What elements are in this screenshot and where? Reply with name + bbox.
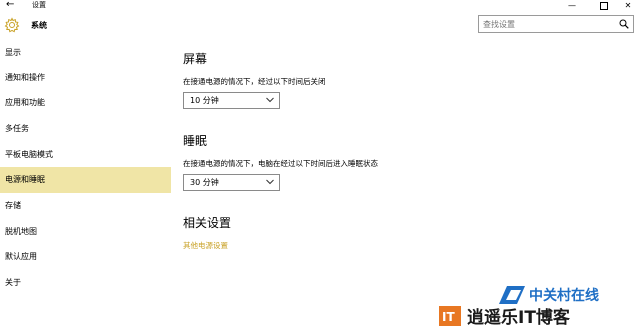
watermark-logo: 中关村在线 IT 逍遥乐IT博客: [439, 286, 599, 328]
sleep-description: 在接通电源的情况下，电脑在经过以下时间后进入睡眠状态: [183, 159, 378, 168]
screen-section-title: 屏幕: [183, 52, 208, 66]
other-power-settings-link[interactable]: 其他电源设置: [183, 240, 228, 251]
sidebar-item-offline-maps[interactable]: 脱机地图: [0, 219, 171, 245]
search-input[interactable]: [483, 17, 603, 31]
search-field[interactable]: [478, 15, 634, 33]
watermark-brand-top: 中关村在线: [529, 287, 599, 304]
gear-icon: [4, 17, 20, 33]
sleep-section-title: 睡眠: [183, 134, 208, 148]
related-settings-title: 相关设置: [183, 216, 232, 230]
page-title: 系统: [31, 21, 47, 30]
watermark-brand-bottom: 逍遥乐IT博客: [467, 307, 571, 328]
title-bar: ← 设置 — ✕: [0, 0, 640, 12]
minimize-button[interactable]: —: [560, 0, 584, 12]
back-button[interactable]: ←: [6, 0, 14, 12]
search-icon[interactable]: [619, 19, 629, 29]
sidebar-item-storage[interactable]: 存储: [0, 193, 171, 219]
chevron-down-icon: [266, 179, 274, 185]
screen-timeout-value: 10 分钟: [190, 96, 219, 105]
sidebar-item-default-apps[interactable]: 默认应用: [0, 244, 171, 270]
sleep-timeout-value: 30 分钟: [190, 178, 219, 187]
window-title: 设置: [32, 1, 46, 9]
sidebar-item-apps[interactable]: 应用和功能: [0, 90, 171, 116]
screen-timeout-dropdown[interactable]: 10 分钟: [183, 92, 280, 109]
maximize-icon: [600, 1, 608, 10]
sidebar-item-notifications[interactable]: 通知和操作: [0, 65, 171, 91]
chevron-down-icon: [266, 97, 274, 103]
sidebar-item-display[interactable]: 显示: [0, 40, 171, 66]
sidebar-item-power-sleep[interactable]: 电源和睡眠: [0, 167, 171, 193]
sidebar-item-tablet-mode[interactable]: 平板电脑模式: [0, 142, 171, 168]
screen-description: 在接通电源的情况下，经过以下时间后关闭: [183, 77, 326, 86]
watermark-logo-letter: IT: [442, 310, 455, 324]
sidebar-item-about[interactable]: 关于: [0, 270, 171, 296]
settings-window: ← 设置 — ✕ 系统 显示 通知和操作 应用和功能 多任务 平板电脑模式 电源…: [0, 0, 640, 329]
sidebar-item-multitasking[interactable]: 多任务: [0, 116, 171, 142]
maximize-button[interactable]: [592, 0, 616, 12]
sidebar: 显示 通知和操作 应用和功能 多任务 平板电脑模式 电源和睡眠 存储 脱机地图 …: [0, 40, 171, 329]
sleep-timeout-dropdown[interactable]: 30 分钟: [183, 174, 280, 191]
close-button[interactable]: ✕: [616, 0, 640, 12]
